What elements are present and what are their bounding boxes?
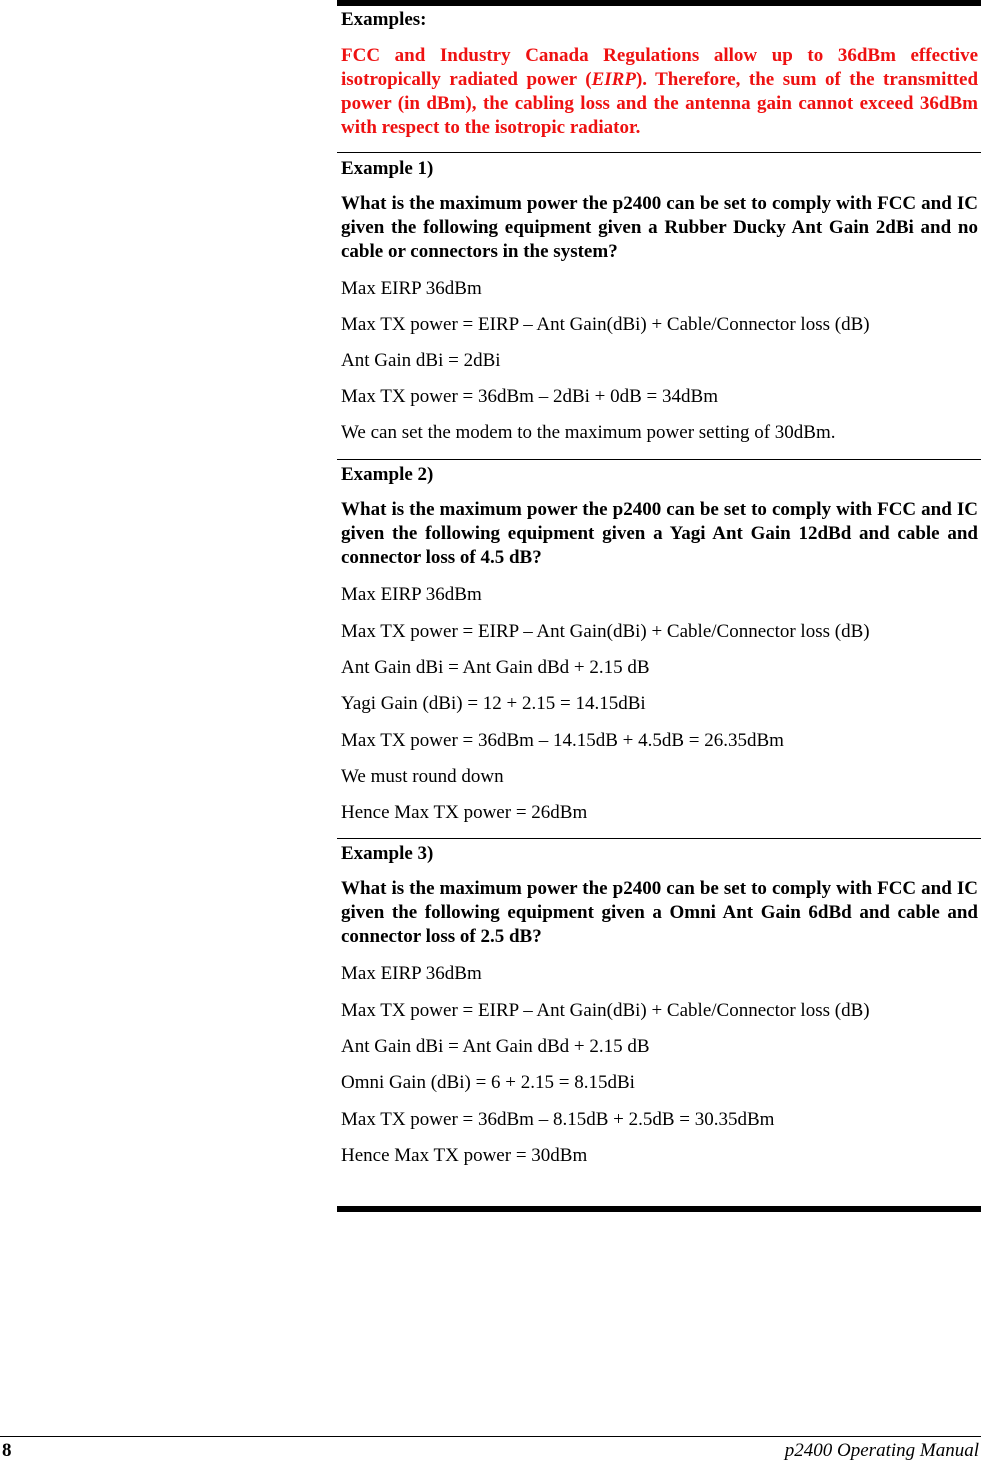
calc-line: Ant Gain dBi = Ant Gain dBd + 2.15 dB xyxy=(341,657,650,678)
calc-line: We must round down xyxy=(341,766,504,787)
intro-paragraph: FCC and Industry Canada Regulations allo… xyxy=(341,44,978,140)
calc-line: Max TX power = EIRP – Ant Gain(dBi) + Ca… xyxy=(341,621,870,642)
divider xyxy=(337,152,981,153)
calc-line: Max TX power = 36dBm – 2dBi + 0dB = 34dB… xyxy=(341,386,718,407)
divider xyxy=(337,459,981,460)
calc-line: Max EIRP 36dBm xyxy=(341,278,482,299)
calc-line: Yagi Gain (dBi) = 12 + 2.15 = 14.15dBi xyxy=(341,693,646,714)
example-question: What is the maximum power the p2400 can … xyxy=(341,499,978,568)
page-number: 8 xyxy=(2,1440,12,1461)
example-question: What is the maximum power the p2400 can … xyxy=(341,878,978,947)
calc-line: Hence Max TX power = 30dBm xyxy=(341,1145,588,1166)
example-question: What is the maximum power the p2400 can … xyxy=(341,193,978,262)
calc-line: Max TX power = EIRP – Ant Gain(dBi) + Ca… xyxy=(341,1000,870,1021)
manual-title: p2400 Operating Manual xyxy=(784,1440,979,1461)
bottom-rule xyxy=(337,1206,981,1212)
calc-line: Omni Gain (dBi) = 6 + 2.15 = 8.15dBi xyxy=(341,1072,635,1093)
example-title: Example 2) xyxy=(341,464,434,485)
calc-line: Max TX power = 36dBm – 14.15dB + 4.5dB =… xyxy=(341,730,784,751)
calc-line: Ant Gain dBi = 2dBi xyxy=(341,350,501,371)
calc-line: Hence Max TX power = 26dBm xyxy=(341,802,588,823)
divider xyxy=(337,838,981,839)
footer-rule xyxy=(0,1436,981,1437)
example-title: Example 3) xyxy=(341,843,434,864)
example-title: Example 1) xyxy=(341,158,434,179)
calc-line: Max EIRP 36dBm xyxy=(341,963,482,984)
calc-line: Ant Gain dBi = Ant Gain dBd + 2.15 dB xyxy=(341,1036,650,1057)
calc-line: Max EIRP 36dBm xyxy=(341,584,482,605)
calc-line: Max TX power = EIRP – Ant Gain(dBi) + Ca… xyxy=(341,314,870,335)
examples-heading: Examples: xyxy=(341,9,427,30)
calc-line: We can set the modem to the maximum powe… xyxy=(341,422,836,443)
top-rule xyxy=(337,0,981,6)
calc-line: Max TX power = 36dBm – 8.15dB + 2.5dB = … xyxy=(341,1109,775,1130)
eirp-term: EIRP xyxy=(591,69,636,90)
